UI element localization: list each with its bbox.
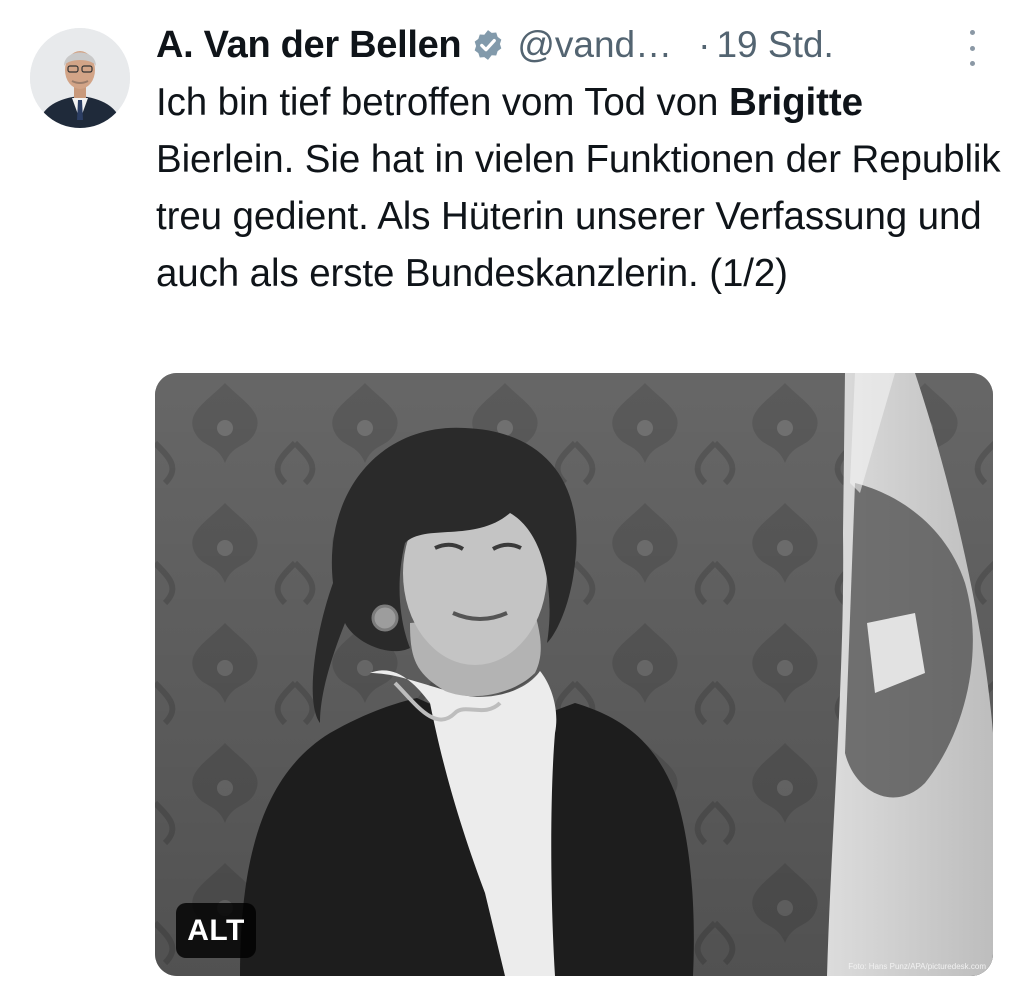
tweet-text-part: Ich bin tief betroffen vom Tod von	[156, 81, 729, 124]
author-name[interactable]: A. Van der Bellen	[156, 24, 462, 67]
tweet-text-bold: Brigitte	[728, 81, 863, 124]
tweet-photo[interactable]	[155, 373, 993, 976]
verified-badge-icon	[471, 28, 505, 62]
more-options-icon[interactable]	[962, 30, 982, 66]
avatar[interactable]	[30, 28, 130, 128]
tweet-timestamp[interactable]: 19 Std.	[716, 24, 833, 66]
meta-separator: ·	[698, 24, 711, 65]
photo-credit: Foto: Hans Punz/APA/picturedesk.com	[848, 962, 986, 971]
tweet-card[interactable]: A. Van der Bellen @vand… · 19 Std. Ich b…	[0, 0, 1024, 996]
tweet-text-part: Bierlein. Sie hat in vielen Funktionen d…	[156, 138, 1001, 295]
author-handle[interactable]: @vand…	[517, 24, 672, 66]
avatar-portrait	[30, 28, 130, 128]
photo-portrait-image	[155, 373, 993, 976]
alt-text-button[interactable]: ALT	[176, 903, 256, 958]
tweet-header: A. Van der Bellen @vand… · 19 Std.	[156, 20, 996, 70]
tweet-text: Ich bin tief betroffen vom Tod von Brigi…	[156, 74, 1006, 302]
